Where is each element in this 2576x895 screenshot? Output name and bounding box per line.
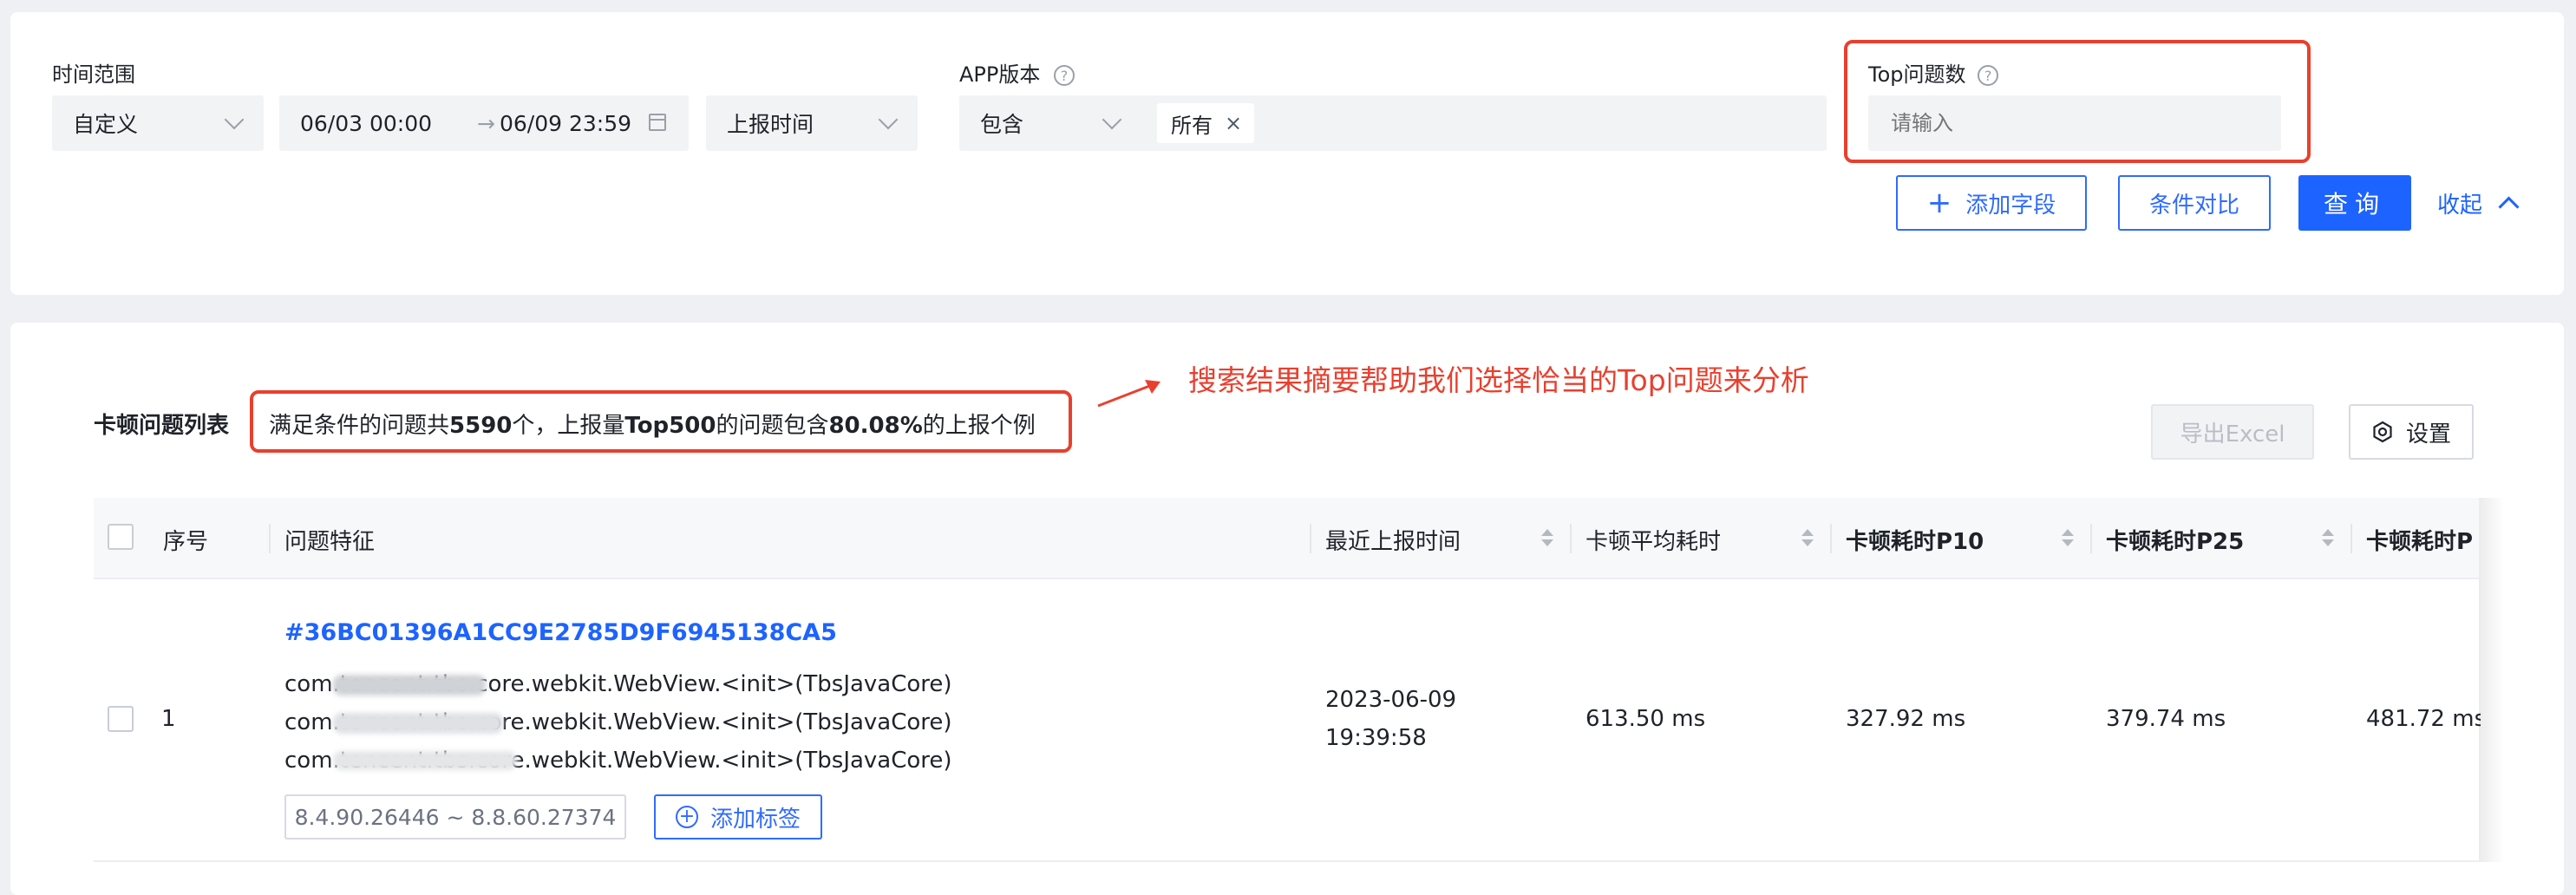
sort-desc-icon[interactable] (2322, 539, 2334, 546)
gear-icon (2373, 421, 2392, 443)
sort-desc-icon[interactable] (1541, 539, 1553, 546)
plus-icon: + (1926, 186, 1952, 220)
avg-duration: 613.50 ms (1585, 706, 1706, 732)
add-tag-button[interactable]: + 添加标签 (654, 794, 822, 839)
app-version-filter[interactable]: 包含 所有 × (959, 95, 1827, 151)
sort-asc-icon[interactable] (1541, 529, 1553, 536)
collapse-link[interactable]: 收起 (2437, 187, 2520, 219)
header-index: 序号 (163, 529, 209, 555)
row-index: 1 (161, 706, 176, 732)
last-report-time: 19:39:58 (1325, 725, 1427, 751)
date-range-picker[interactable]: 06/03 00:00 → 06/09 23:59 (279, 95, 689, 151)
redaction-blur (333, 751, 517, 770)
query-button[interactable]: 查询 (2298, 175, 2411, 231)
calendar-icon (649, 114, 666, 131)
header-divider (1310, 524, 1311, 553)
query-label: 查询 (2323, 190, 2386, 219)
header-divider (269, 524, 271, 553)
header-divider (2350, 524, 2352, 553)
redaction-blur (333, 713, 503, 734)
add-tag-label: 添加标签 (709, 806, 801, 833)
header-p-truncated[interactable]: 卡顿耗时P (2366, 529, 2473, 555)
last-report-date: 2023-06-09 (1325, 687, 1457, 713)
redaction-blur (333, 675, 486, 696)
app-version-tag[interactable]: 所有 × (1157, 103, 1255, 143)
list-title: 卡顿问题列表 (94, 413, 230, 439)
sort-desc-icon[interactable] (1801, 539, 1814, 546)
time-mode-select[interactable]: 自定义 (52, 95, 264, 151)
close-icon[interactable]: × (1225, 111, 1242, 135)
compare-button[interactable]: 条件对比 (2118, 175, 2271, 231)
sort-asc-icon[interactable] (1801, 529, 1814, 536)
sort-asc-icon[interactable] (2062, 529, 2074, 536)
chevron-down-icon (224, 109, 245, 130)
date-start: 06/03 00:00 (300, 110, 433, 136)
date-end: 06/09 23:59 (500, 110, 632, 136)
p-next-wrap: 481.72 ms (2366, 706, 2481, 732)
header-p10[interactable]: 卡顿耗时P10 (1846, 524, 1984, 556)
settings-button[interactable]: 设置 (2349, 404, 2474, 460)
issue-id-link[interactable]: #36BC01396A1CC9E2785D9F6945138CA5 (284, 619, 837, 646)
time-mode-value: 自定义 (73, 112, 139, 137)
p-next-duration: 481.72 ms (2366, 706, 2481, 732)
header-issue: 问题特征 (284, 529, 376, 555)
top-count-highlight (1844, 40, 2311, 163)
add-field-button[interactable]: + 添加字段 (1896, 175, 2087, 231)
header-divider (2090, 524, 2092, 553)
app-version-label-text: APP版本 (959, 62, 1041, 87)
annotation-arrow-icon (1097, 380, 1161, 408)
time-range-label: 时间范围 (52, 62, 135, 87)
compare-label: 条件对比 (2148, 192, 2239, 219)
header-divider (1570, 524, 1572, 553)
help-icon[interactable]: ? (1054, 65, 1076, 86)
annotation-note: 搜索结果摘要帮助我们选择恰当的Top问题来分析 (1188, 363, 1809, 397)
export-excel-button[interactable]: 导出Excel (2151, 404, 2314, 460)
sort-desc-icon[interactable] (2062, 539, 2074, 546)
date-separator: → (477, 110, 495, 136)
row-checkbox[interactable] (108, 706, 134, 732)
version-range-text: 8.4.90.26446 ~ 8.8.60.27374 (294, 804, 617, 830)
add-field-label: 添加字段 (1965, 192, 2056, 219)
header-last-report[interactable]: 最近上报时间 (1325, 524, 1461, 556)
p10-duration: 327.92 ms (1846, 706, 1966, 732)
header-p25[interactable]: 卡顿耗时P25 (2106, 524, 2244, 556)
sort-asc-icon[interactable] (2322, 529, 2334, 536)
app-version-tag-label: 所有 (1171, 113, 1213, 138)
header-p-truncated-wrap: 卡顿耗时P (2366, 524, 2479, 556)
chevron-up-icon (2498, 196, 2520, 218)
chevron-down-icon (878, 109, 899, 130)
summary-highlight (250, 390, 1072, 453)
add-circle-icon: + (675, 806, 698, 828)
app-version-label: APP版本 ? (959, 57, 1076, 88)
export-label: 导出Excel (2180, 421, 2285, 448)
header-divider (1830, 524, 1832, 553)
select-all-checkbox[interactable] (108, 524, 134, 550)
settings-label: 设置 (2405, 421, 2451, 448)
p25-duration: 379.74 ms (2106, 706, 2226, 732)
time-field-select[interactable]: 上报时间 (706, 95, 918, 151)
collapse-label: 收起 (2437, 193, 2483, 219)
header-avg[interactable]: 卡顿平均耗时 (1585, 524, 1721, 556)
time-field-value: 上报时间 (727, 112, 814, 137)
version-range-tag: 8.4.90.26446 ~ 8.8.60.27374 (284, 794, 626, 839)
table-scroll-shadow (2479, 498, 2505, 862)
